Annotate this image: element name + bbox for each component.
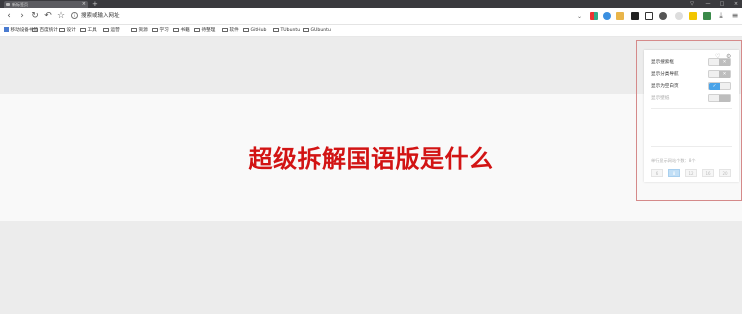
forward-button[interactable]: › xyxy=(17,11,27,21)
setting-label: 显示壁纸 xyxy=(651,96,670,101)
bookmark-item[interactable]: 软件 xyxy=(222,25,239,37)
columns-option[interactable]: 12 xyxy=(685,169,697,177)
address-bar[interactable]: i 搜索或输入网址 ⌄ xyxy=(70,11,584,22)
folder-icon xyxy=(131,27,137,32)
panel-divider xyxy=(651,146,732,147)
bookmark-item[interactable]: 书籍 xyxy=(173,25,190,37)
setting-toggle[interactable]: ✕ xyxy=(708,70,731,78)
shirt-icon[interactable]: ▽ xyxy=(686,0,698,8)
minimize-button[interactable]: — xyxy=(702,0,714,8)
new-tab-page: 超级拆解国语版是什么 ♡ ⚙ 显示搜索框 ✕ 显示分类导航 ✕ 显示为空白页 ✓ 显示壁纸单… xyxy=(0,38,742,314)
title-bar: 新标签页 × + ▽ — □ × xyxy=(0,0,742,8)
bookmark-label: 百度统计 xyxy=(39,28,58,33)
columns-option[interactable]: 8 xyxy=(668,169,680,177)
folder-extension-icon[interactable] xyxy=(616,12,624,20)
folder-icon xyxy=(243,27,249,32)
columns-option[interactable]: 16 xyxy=(702,169,714,177)
setting-label: 显示为空白页 xyxy=(651,84,679,89)
tab-title: 新标签页 xyxy=(12,2,28,7)
close-window-button[interactable]: × xyxy=(730,0,742,8)
maximize-button[interactable]: □ xyxy=(716,0,728,8)
bookmark-item[interactable]: GitHub xyxy=(243,25,266,37)
setting-label: 显示搜索框 xyxy=(651,60,674,65)
download-icon[interactable]: ⤓ xyxy=(716,11,726,21)
page-headline: 超级拆解国语版是什么 xyxy=(248,144,494,173)
bookmark-label: 软件 xyxy=(229,28,239,33)
folder-icon xyxy=(59,27,65,32)
globe-extension-icon[interactable] xyxy=(675,12,683,20)
grid-extension-icon[interactable] xyxy=(590,12,598,20)
bookmark-label: 学习 xyxy=(159,28,169,33)
reload-button[interactable]: ↻ xyxy=(30,11,40,21)
bookmark-label: 设计 xyxy=(66,28,76,33)
bookmark-label: 待整理 xyxy=(201,28,216,33)
book-extension-icon[interactable] xyxy=(703,12,711,20)
tab-new-tab[interactable]: 新标签页 × xyxy=(4,1,88,8)
back-button[interactable]: ‹ xyxy=(4,11,14,21)
toolbar: ‹ › ↻ ↶ ☆ i 搜索或输入网址 ⌄ ⤓ ≡ xyxy=(0,8,742,25)
bookmark-item[interactable]: TUbuntu xyxy=(273,25,300,37)
cloud-extension-icon[interactable] xyxy=(603,12,611,20)
columns-selector: 6 8 12 16 20 xyxy=(651,169,732,177)
screenshot-extension-icon[interactable] xyxy=(645,12,653,20)
bookmark-item[interactable]: 运营 xyxy=(103,25,120,37)
folder-icon xyxy=(194,27,200,32)
bookmark-label: GUbuntu xyxy=(310,28,331,33)
bookmark-item[interactable]: 待整理 xyxy=(194,25,215,37)
bookmark-label: 书籍 xyxy=(180,28,190,33)
columns-option[interactable]: 20 xyxy=(719,169,731,177)
folder-icon xyxy=(103,27,109,32)
folder-icon xyxy=(152,27,158,32)
columns-label: 单行显示网站个数：8个 xyxy=(651,158,696,163)
folder-icon xyxy=(303,27,309,32)
bookmark-star-button[interactable]: ☆ xyxy=(56,11,66,21)
panel-divider xyxy=(651,108,732,109)
setting-toggle[interactable] xyxy=(708,94,731,102)
menu-icon[interactable]: ≡ xyxy=(730,11,740,21)
bookmark-item[interactable]: 资源 xyxy=(131,25,148,37)
chevron-down-icon[interactable]: ⌄ xyxy=(577,11,582,22)
undo-button[interactable]: ↶ xyxy=(43,11,53,21)
columns-option[interactable]: 6 xyxy=(651,169,663,177)
setting-label: 显示分类导航 xyxy=(651,72,679,77)
bookmark-label: TUbuntu xyxy=(280,28,301,33)
bookmark-item[interactable]: 工具 xyxy=(80,25,97,37)
bookmark-item[interactable]: 百度统计 xyxy=(32,25,58,37)
bookmark-label: 工具 xyxy=(87,28,97,33)
check-icon: ✓ xyxy=(709,83,720,90)
bookmark-item[interactable]: 设计 xyxy=(59,25,76,37)
bookmark-item[interactable]: GUbuntu xyxy=(303,25,331,37)
setting-toggle[interactable]: ✓ xyxy=(708,82,731,90)
folder-icon xyxy=(173,27,179,32)
settings-panel: ♡ ⚙ 显示搜索框 ✕ 显示分类导航 ✕ 显示为空白页 ✓ 显示壁纸 单行显示网站个数：8个 6… xyxy=(644,50,739,182)
bookmarks-bar: 移动设备书签 百度统计 设计 工具 运营 资源 学习 书籍 待整理 软件 GitHub TUbuntu… xyxy=(0,25,742,37)
mobile-bookmarks-icon xyxy=(4,27,9,32)
record-extension-icon[interactable] xyxy=(659,12,667,20)
tab-favicon-icon xyxy=(6,3,10,6)
tab-close-icon[interactable]: × xyxy=(82,1,86,8)
new-tab-button[interactable]: + xyxy=(92,0,98,8)
cross-icon: ✕ xyxy=(719,71,730,78)
setting-toggle[interactable]: ✕ xyxy=(708,58,731,66)
tag-extension-icon[interactable] xyxy=(631,12,639,20)
bookmark-label: 资源 xyxy=(138,28,148,33)
folder-icon xyxy=(273,27,279,32)
folder-icon xyxy=(222,27,228,32)
folder-icon xyxy=(32,27,38,32)
bookmark-item[interactable]: 学习 xyxy=(152,25,169,37)
site-info-icon[interactable]: i xyxy=(71,12,78,19)
address-input[interactable]: 搜索或输入网址 xyxy=(81,11,120,22)
cross-icon: ✕ xyxy=(719,59,730,66)
note-extension-icon[interactable] xyxy=(689,12,697,20)
folder-icon xyxy=(80,27,86,32)
bookmark-label: 运营 xyxy=(110,28,120,33)
cross-icon xyxy=(719,95,730,102)
bookmark-label: GitHub xyxy=(250,28,267,33)
